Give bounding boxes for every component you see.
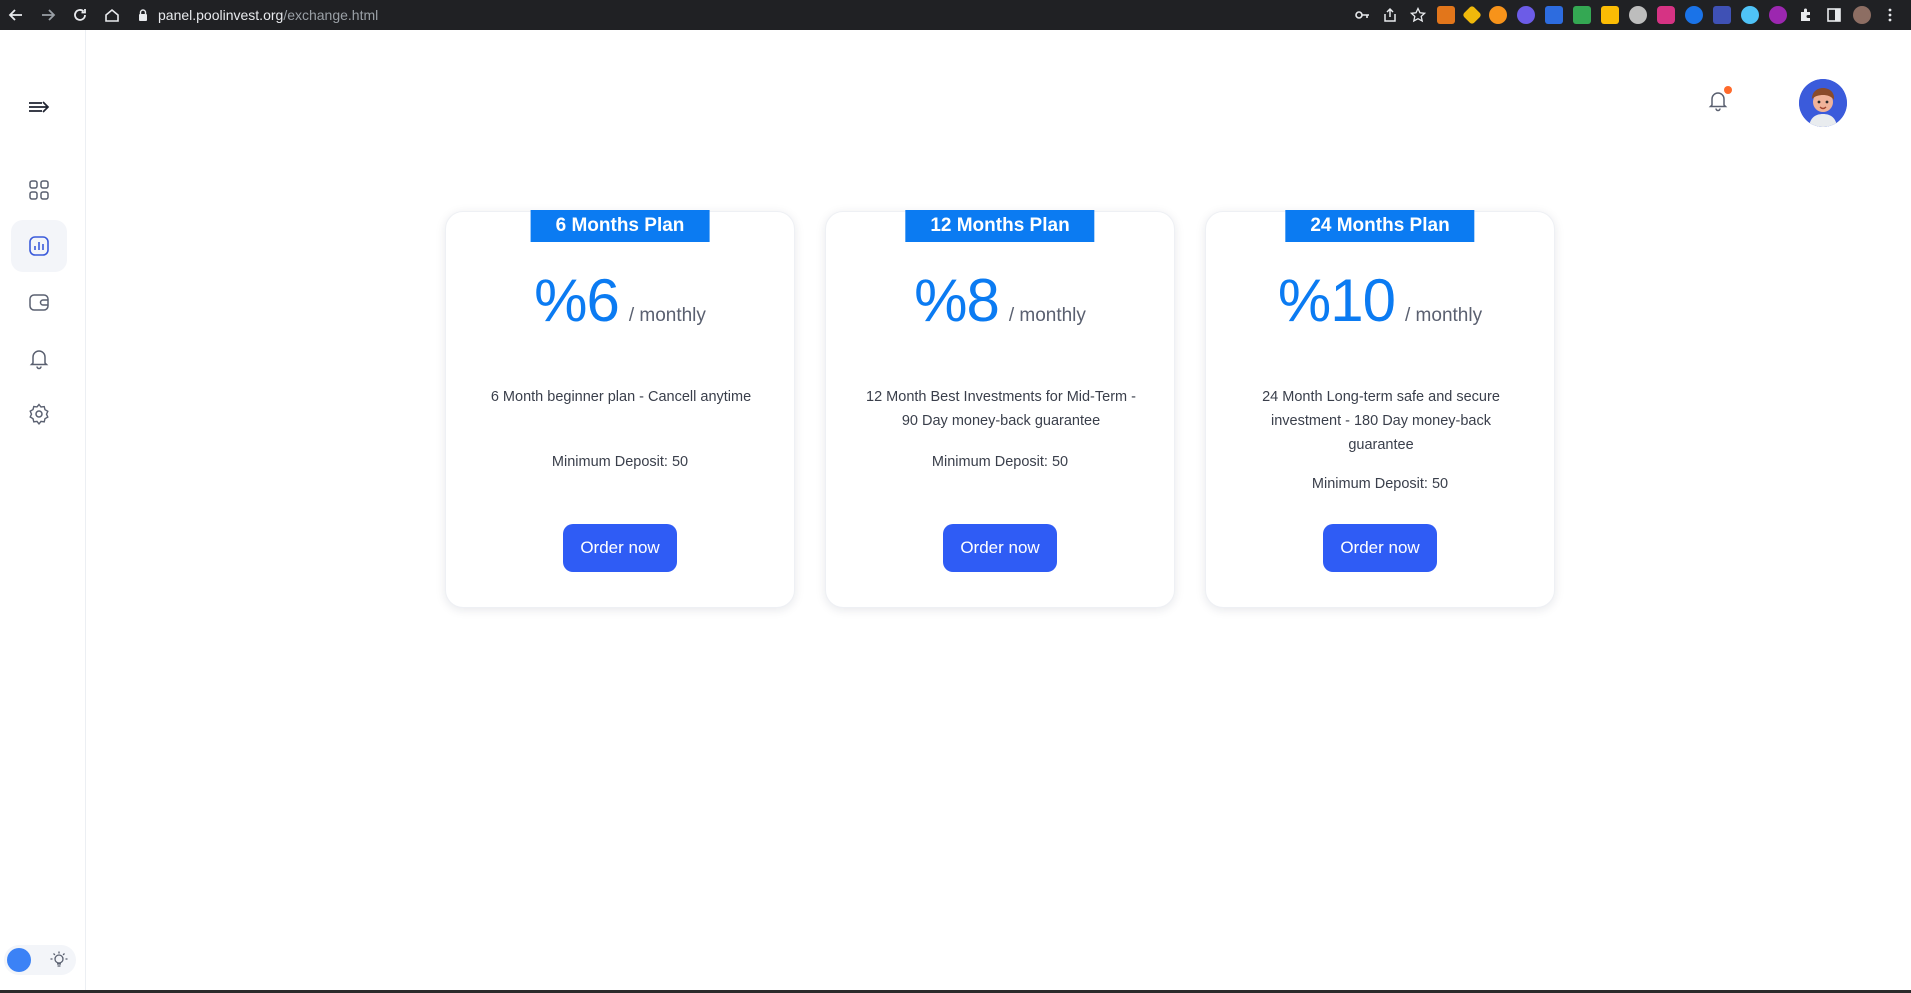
plan-period: / monthly (1008, 305, 1086, 326)
more-menu-icon[interactable] (1881, 6, 1899, 24)
forward-button[interactable] (32, 0, 64, 30)
rate-row: %8 / monthly (826, 266, 1174, 335)
side-panel-icon[interactable] (1825, 6, 1843, 24)
theme-toggle-knob (7, 948, 31, 972)
order-now-button[interactable]: Order now (1323, 524, 1437, 572)
chart-icon (29, 236, 49, 256)
extension-pink-icon[interactable] (1657, 6, 1675, 24)
back-arrow-icon (8, 9, 22, 21)
binance-extension-icon[interactable] (1462, 5, 1482, 25)
wallet-icon (29, 294, 49, 311)
light-bulb-icon (50, 951, 68, 967)
browser-toolbar: panel.poolinvest.org/exchange.html (0, 0, 1911, 30)
extension-cursor-icon[interactable] (1713, 6, 1731, 24)
reload-button[interactable] (64, 0, 96, 30)
share-icon[interactable] (1381, 6, 1399, 24)
extension-stripes-icon[interactable] (1629, 6, 1647, 24)
plan-card-24-months: 24 Months Plan %10 / monthly 24 Month Lo… (1205, 210, 1555, 608)
sidebar-toggle-button[interactable] (24, 92, 54, 122)
menu-arrow-icon (29, 101, 50, 113)
address-bar[interactable]: panel.poolinvest.org/exchange.html (136, 3, 1226, 27)
plan-rate: %10 (1277, 267, 1396, 334)
lock-icon (139, 9, 147, 21)
plan-min-deposit: Minimum Deposit: 50 (551, 454, 689, 470)
sidebar-item-dashboard[interactable] (11, 164, 67, 216)
plan-min-deposit: Minimum Deposit: 50 (931, 454, 1069, 470)
sidebar-item-notifications[interactable] (11, 332, 67, 384)
extension-blue-circle-icon[interactable] (1685, 6, 1703, 24)
extension-blue-arrow-icon[interactable] (1545, 6, 1563, 24)
url-host: panel.poolinvest.org (158, 7, 284, 23)
plan-description: 6 Month beginner plan - Cancell anytime (490, 389, 752, 405)
key-icon[interactable] (1353, 6, 1371, 24)
plan-description: 12 Month Best Investments for Mid-Term -… (866, 389, 1136, 429)
theme-toggle[interactable] (4, 945, 76, 975)
home-button[interactable] (96, 0, 128, 30)
bookmark-star-icon[interactable] (1409, 6, 1427, 24)
user-avatar[interactable] (1799, 79, 1847, 127)
notification-dot (1724, 86, 1732, 94)
plan-min-deposit: Minimum Deposit: 50 (1311, 476, 1449, 492)
plan-card-6-months: 6 Months Plan %6 / monthly 6 Month begin… (445, 210, 795, 608)
extensions-puzzle-icon[interactable] (1797, 6, 1815, 24)
extension-orange-icon[interactable] (1489, 6, 1507, 24)
rate-row: %6 / monthly (446, 266, 794, 335)
plan-title-badge: 24 Months Plan (1285, 210, 1475, 242)
plan-title-badge: 6 Months Plan (530, 210, 710, 242)
sidebar-item-wallet[interactable] (11, 276, 67, 328)
sidebar (0, 30, 86, 993)
url-path: /exchange.html (283, 7, 379, 23)
back-button[interactable] (0, 0, 32, 30)
forward-arrow-icon (42, 9, 56, 21)
sidebar-item-exchange[interactable] (11, 220, 67, 272)
extension-magenta-icon[interactable] (1769, 6, 1787, 24)
metamask-extension-icon[interactable] (1437, 6, 1455, 24)
extensions-area (1353, 5, 1911, 25)
order-now-button[interactable]: Order now (563, 524, 677, 572)
plan-rate: %6 (534, 267, 620, 334)
home-icon (105, 8, 119, 22)
extension-purple-icon[interactable] (1517, 6, 1535, 24)
order-now-button[interactable]: Order now (943, 524, 1057, 572)
reload-icon (74, 9, 86, 21)
plan-title-badge: 12 Months Plan (905, 210, 1095, 242)
settings-gear-icon (29, 403, 49, 426)
extension-yellow-icon[interactable] (1601, 6, 1619, 24)
bell-icon (29, 350, 49, 370)
extension-shield-icon[interactable] (1573, 6, 1591, 24)
extension-drop-icon[interactable] (1741, 6, 1759, 24)
plan-rate: %8 (914, 267, 1000, 334)
plan-description: 24 Month Long-term safe and secure inves… (1262, 389, 1500, 453)
plan-card-12-months: 12 Months Plan %8 / monthly 12 Month Bes… (825, 210, 1175, 608)
plan-period: / monthly (628, 305, 706, 326)
rate-row: %10 / monthly (1206, 266, 1554, 335)
dashboard-grid-icon (29, 180, 49, 200)
avatar-illustration (1799, 79, 1847, 127)
plan-period: / monthly (1405, 305, 1483, 326)
notification-button[interactable] (1706, 86, 1732, 114)
sidebar-item-settings[interactable] (11, 388, 67, 440)
profile-avatar[interactable] (1853, 6, 1871, 24)
